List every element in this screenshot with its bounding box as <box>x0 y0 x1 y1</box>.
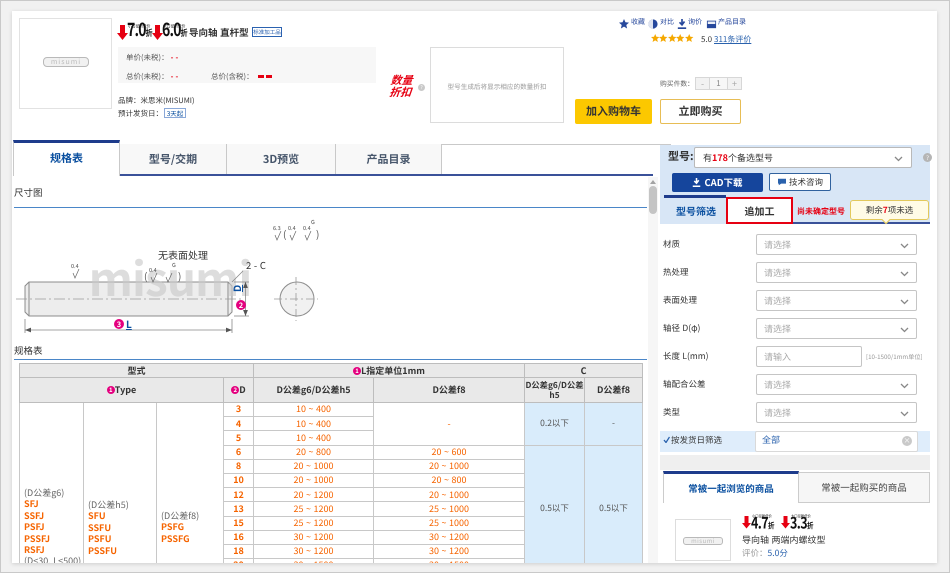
svg-text:): ) <box>178 268 181 283</box>
svg-text:): ) <box>316 226 319 241</box>
svg-text:0.4: 0.4 <box>303 224 311 232</box>
svg-text:(: ( <box>144 268 147 283</box>
svg-text:3: 3 <box>117 319 121 330</box>
svg-text:G: G <box>311 218 315 226</box>
svg-text:D: D <box>229 285 244 292</box>
svg-text:(: ( <box>283 226 286 241</box>
svg-text:2 - C: 2 - C <box>246 258 266 272</box>
svg-text:2: 2 <box>239 300 244 311</box>
svg-text:G: G <box>172 261 176 269</box>
svg-text:6.3: 6.3 <box>273 224 281 232</box>
svg-text:0.4: 0.4 <box>288 224 296 232</box>
svg-text:无表面处理: 无表面处理 <box>158 247 208 262</box>
svg-text:0.4: 0.4 <box>71 262 79 270</box>
svg-text:L: L <box>126 316 132 331</box>
svg-text:0.4: 0.4 <box>149 266 157 274</box>
